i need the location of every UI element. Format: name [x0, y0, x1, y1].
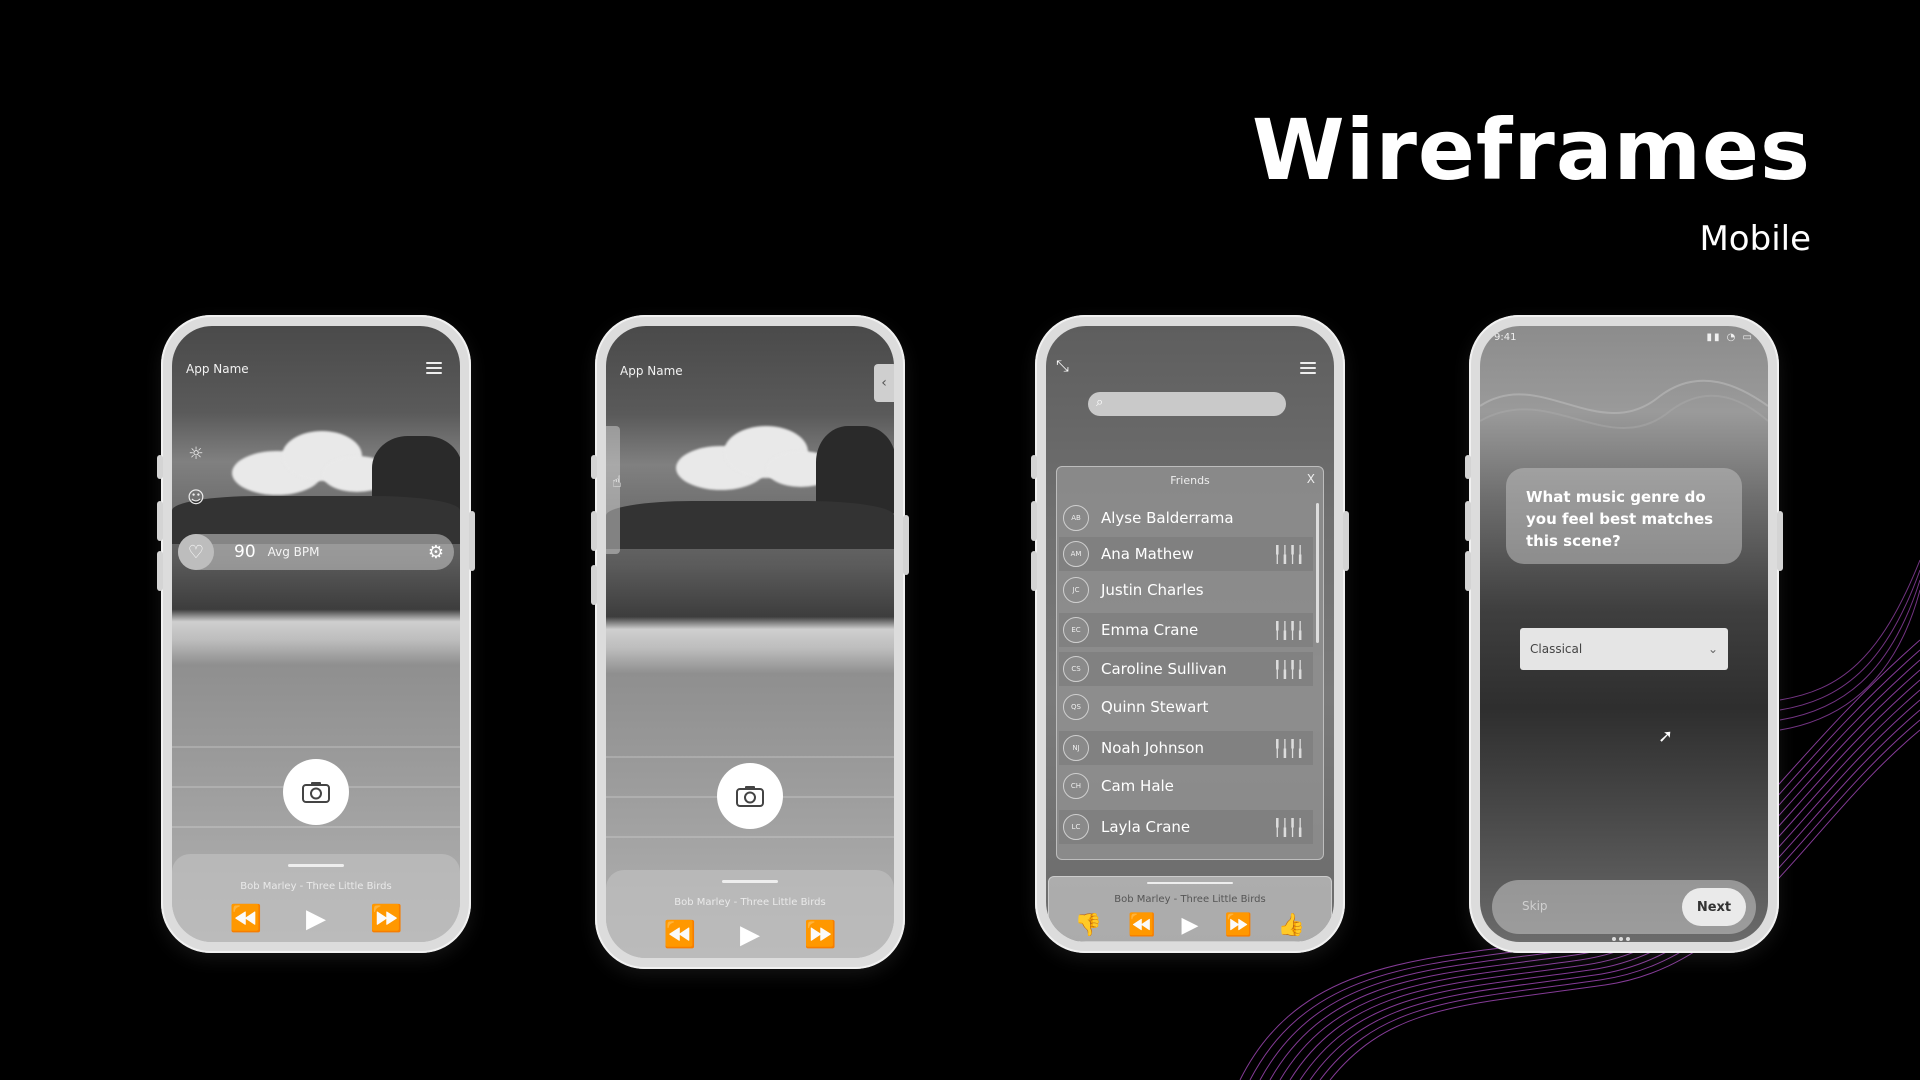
signal-wifi-battery-icon: ▮▮ ◔ ▭: [1706, 332, 1754, 343]
page-title: Wireframes: [1252, 101, 1811, 199]
friend-name: Cam Hale: [1101, 777, 1174, 795]
thumbs-down-icon[interactable]: 👎: [1075, 915, 1102, 937]
forest-scene: 9:41 ▮▮ ◔ ▭ What music genre do you feel…: [1480, 326, 1768, 942]
avatar: NJ: [1063, 735, 1089, 761]
audio-wave-icon: ╿╽╿╽: [1272, 817, 1305, 837]
heart-icon[interactable]: ♡: [178, 534, 214, 570]
friend-item[interactable]: CH Cam Hale: [1059, 769, 1313, 803]
rewind-icon[interactable]: ⏪: [664, 922, 696, 948]
now-playing-song: Bob Marley - Three Little Birds: [240, 881, 392, 892]
avatar: CH: [1063, 773, 1089, 799]
collapse-panel-tab[interactable]: ‹: [874, 364, 894, 402]
rewind-icon[interactable]: ⏪: [230, 906, 262, 932]
minimize-arrows-icon[interactable]: ⤡: [1056, 356, 1069, 376]
beach-scene: App Name ‹ ☝ Bob Marley - Three Little B…: [606, 326, 894, 958]
selected-genre: Classical: [1530, 642, 1583, 656]
now-playing-song: Bob Marley - Three Little Birds: [674, 897, 826, 908]
friend-item[interactable]: AM Ana Mathew ╿╽╿╽: [1059, 537, 1313, 571]
friend-name: Quinn Stewart: [1101, 698, 1209, 716]
friend-name: Justin Charles: [1101, 581, 1204, 599]
avatar: JC: [1063, 577, 1089, 603]
thumbs-up-icon[interactable]: 👍: [1278, 915, 1305, 937]
status-bar: 9:41 ▮▮ ◔ ▭: [1480, 332, 1768, 346]
friend-item[interactable]: LC Layla Crane ╿╽╿╽: [1059, 810, 1313, 844]
gear-icon[interactable]: ⚙: [428, 542, 444, 563]
avatar: LC: [1063, 814, 1089, 840]
app-name: App Name: [186, 362, 249, 376]
hamburger-menu-icon[interactable]: [426, 362, 442, 374]
audio-wave-icon: ╿╽╿╽: [1272, 544, 1305, 564]
play-icon[interactable]: ▶: [1182, 915, 1199, 937]
friend-name: Emma Crane: [1101, 621, 1199, 639]
friend-item[interactable]: CS Caroline Sullivan ╿╽╿╽: [1059, 652, 1313, 686]
audio-wave-icon: ╿╽╿╽: [1272, 738, 1305, 758]
app-name: App Name: [620, 364, 683, 378]
music-player: Bob Marley - Three Little Birds 👎 ⏪ ▶ ⏩ …: [1048, 876, 1332, 942]
play-icon[interactable]: ▶: [740, 922, 760, 948]
pointer-cursor-icon: ☝: [612, 472, 622, 491]
silhouette-scene: ⤡ ⌕ Friends X AB Alyse Balderrama AM Ana M…: [1046, 326, 1334, 942]
close-icon[interactable]: X: [1307, 472, 1315, 486]
friend-name: Layla Crane: [1101, 818, 1191, 836]
play-icon[interactable]: ▶: [306, 906, 326, 932]
friend-item[interactable]: EC Emma Crane ╿╽╿╽: [1059, 613, 1313, 647]
friend-name: Caroline Sullivan: [1101, 660, 1227, 678]
audio-wave-icon: ╿╽╿╽: [1272, 620, 1305, 640]
bpm-label: Avg BPM: [267, 545, 320, 559]
friend-item[interactable]: NJ Noah Johnson ╿╽╿╽: [1059, 731, 1313, 765]
music-player: Bob Marley - Three Little Birds ⏪ ▶ ⏩: [172, 854, 460, 942]
brightness-icon[interactable]: ☼: [186, 444, 206, 464]
decorative-wave-graphic: [1480, 379, 1768, 429]
next-button[interactable]: Next: [1682, 888, 1746, 926]
friend-item[interactable]: QS Quinn Stewart: [1059, 690, 1313, 724]
camera-button[interactable]: [283, 759, 349, 825]
now-playing-song: Bob Marley - Three Little Birds: [1114, 894, 1266, 905]
fast-forward-icon[interactable]: ⏩: [804, 922, 836, 948]
avatar: EC: [1063, 617, 1089, 643]
avatar: AB: [1063, 505, 1089, 531]
phone-mockup-4: 9:41 ▮▮ ◔ ▭ What music genre do you feel…: [1465, 315, 1783, 953]
genre-question: What music genre do you feel best matche…: [1506, 468, 1742, 564]
genre-select[interactable]: Classical ⌄: [1520, 628, 1728, 670]
music-player: Bob Marley - Three Little Birds ⏪ ▶ ⏩: [606, 870, 894, 958]
friend-name: Noah Johnson: [1101, 739, 1204, 757]
friend-item[interactable]: JC Justin Charles: [1059, 573, 1313, 607]
avatar: CS: [1063, 656, 1089, 682]
page-subtitle: Mobile: [1699, 219, 1811, 259]
scrollbar[interactable]: [1316, 503, 1319, 643]
search-icon: ⌕: [1096, 395, 1104, 410]
camera-icon: [736, 786, 764, 807]
friends-panel-title: Friends: [1170, 474, 1210, 487]
page-indicator: [1612, 926, 1636, 941]
friend-name: Ana Mathew: [1101, 545, 1194, 563]
phone-mockup-3: ⤡ ⌕ Friends X AB Alyse Balderrama AM Ana M…: [1031, 315, 1349, 953]
camera-icon: [302, 782, 330, 803]
beach-scene: App Name ☼ ☺ ♡ 90 Avg BPM ⚙ Bob Marley -…: [172, 326, 460, 942]
drag-handle[interactable]: [1147, 882, 1233, 884]
fast-forward-icon[interactable]: ⏩: [1224, 915, 1251, 937]
search-input[interactable]: ⌕: [1088, 392, 1286, 416]
audio-wave-icon: ╿╽╿╽: [1272, 659, 1305, 679]
bpm-bar: ♡ 90 Avg BPM ⚙: [178, 534, 454, 570]
fast-forward-icon[interactable]: ⏩: [370, 906, 402, 932]
drag-handle[interactable]: [288, 864, 344, 867]
skip-button[interactable]: Skip: [1522, 899, 1548, 913]
rewind-icon[interactable]: ⏪: [1128, 915, 1155, 937]
drag-handle[interactable]: [722, 880, 778, 883]
onboarding-nav: Skip Next: [1492, 880, 1756, 941]
friends-panel: Friends X AB Alyse Balderrama AM Ana Mathe…: [1056, 466, 1324, 860]
phone-mockup-1: App Name ☼ ☺ ♡ 90 Avg BPM ⚙ Bob Marley -…: [157, 315, 475, 953]
hamburger-menu-icon[interactable]: [1300, 362, 1316, 374]
phone-mockup-2: App Name ‹ ☝ Bob Marley - Three Little B…: [591, 315, 909, 969]
friend-name: Alyse Balderrama: [1101, 509, 1234, 527]
chevron-down-icon: ⌄: [1707, 642, 1718, 656]
smiley-icon[interactable]: ☺: [186, 488, 206, 508]
avatar: AM: [1063, 541, 1089, 567]
status-time: 9:41: [1494, 332, 1517, 343]
camera-button[interactable]: [717, 763, 783, 829]
avatar: QS: [1063, 694, 1089, 720]
bpm-value: 90: [234, 542, 256, 562]
friend-item[interactable]: AB Alyse Balderrama: [1059, 501, 1313, 535]
mouse-cursor-icon: ➚: [1658, 726, 1674, 747]
